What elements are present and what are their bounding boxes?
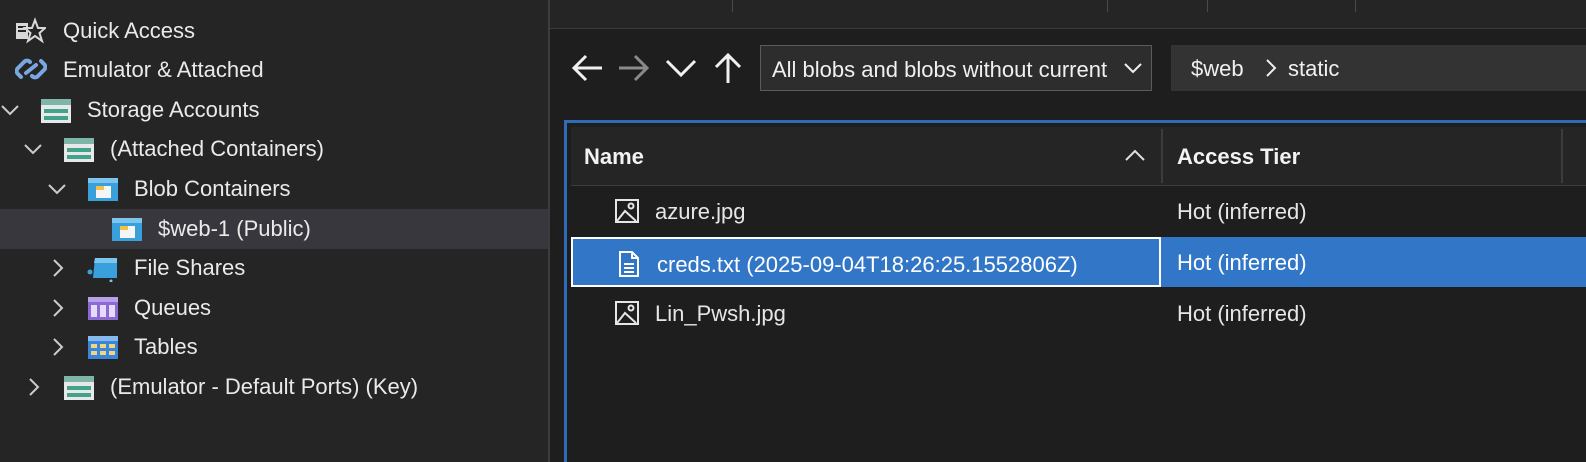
link-icon (15, 58, 47, 80)
tree-item-file-shares[interactable]: File Shares (0, 248, 548, 288)
tree-item-label: Tables (134, 334, 198, 359)
name-cell: Lin_Pwsh.jpg (571, 288, 1161, 338)
chevron-down-icon[interactable] (0, 100, 20, 120)
tree-item-emulator-attached[interactable]: Emulator & Attached (0, 50, 548, 90)
tree-item-label: (Attached Containers) (110, 136, 324, 161)
up-button[interactable] (710, 50, 746, 86)
column-divider[interactable] (1561, 129, 1563, 183)
table-row[interactable]: Lin_Pwsh.jpg Hot (inferred) (571, 288, 1586, 338)
tree-item-label: Storage Accounts (87, 97, 260, 122)
chevron-down-icon[interactable] (23, 139, 43, 159)
table-row-selected[interactable]: creds.txt (2025-09-04T18:26:25.1552806Z)… (571, 237, 1586, 287)
blob-list-grid[interactable]: Name Access Tier azure.jpg Hot (inferred… (564, 120, 1586, 462)
column-header-access-tier[interactable]: Access Tier (1177, 144, 1300, 170)
tree-item-label: Blob Containers (134, 176, 291, 201)
blob-access-tier: Hot (inferred) (1177, 199, 1307, 224)
blob-access-tier: Hot (inferred) (1177, 301, 1307, 326)
blob-containers-icon (88, 178, 118, 201)
blob-access-tier: Hot (inferred) (1177, 250, 1307, 275)
tree-item-quick-access[interactable]: Quick Access (0, 11, 548, 51)
breadcrumb-item-static[interactable]: static (1288, 56, 1339, 82)
blob-container-icon (112, 218, 142, 241)
tree-item-tables[interactable]: Tables (0, 327, 548, 367)
chevron-down-icon (665, 59, 697, 78)
name-cell: azure.jpg (571, 186, 1161, 236)
tab-strip (550, 0, 1586, 29)
blob-browser-panel: All blobs and blobs without current vers… (550, 0, 1586, 462)
chevron-right-icon[interactable] (48, 337, 68, 357)
image-file-icon (615, 199, 639, 223)
storage-account-icon (64, 138, 94, 162)
recent-locations-button[interactable] (663, 50, 699, 86)
tables-icon (88, 336, 118, 359)
divider (1107, 0, 1108, 12)
tree-item-queues[interactable]: Queues (0, 288, 548, 328)
chevron-right-icon (1266, 59, 1277, 77)
arrow-left-icon (571, 54, 602, 82)
file-shares-icon (87, 258, 117, 282)
tree-item-web-1-public[interactable]: $web-1 (Public) (0, 209, 548, 249)
chevron-right-icon[interactable] (48, 258, 68, 278)
arrow-up-icon (714, 52, 742, 83)
sort-ascending-icon[interactable] (1124, 147, 1146, 163)
back-button[interactable] (570, 50, 606, 86)
divider (1207, 0, 1208, 12)
breadcrumb: $web static (1171, 45, 1586, 91)
chevron-down-icon (1124, 63, 1142, 74)
column-divider[interactable] (1161, 129, 1163, 183)
storage-explorer-window: Quick Access Emulator & Attached Storage… (0, 0, 1586, 462)
tree-item-label: File Shares (134, 255, 246, 280)
divider (1355, 0, 1356, 12)
filter-selected-value: All blobs and blobs without current vers… (772, 57, 1112, 82)
blob-name: azure.jpg (655, 199, 746, 224)
blob-name: creds.txt (2025-09-04T18:26:25.1552806Z) (657, 252, 1078, 277)
tree-item-label: (Emulator - Default Ports) (Key) (110, 374, 419, 399)
chevron-down-icon[interactable] (47, 179, 67, 199)
tree-item-label: $web-1 (Public) (158, 216, 311, 241)
table-row[interactable]: azure.jpg Hot (inferred) (571, 186, 1586, 236)
grid-header: Name Access Tier (571, 127, 1586, 186)
chevron-right-icon[interactable] (24, 377, 44, 397)
quick-access-icon (16, 17, 46, 44)
blob-name: Lin_Pwsh.jpg (655, 301, 786, 326)
tree-item-label: Emulator & Attached (63, 57, 264, 82)
tree-item-attached-containers[interactable]: (Attached Containers) (0, 129, 548, 169)
tree-item-storage-accounts[interactable]: Storage Accounts (0, 90, 548, 130)
breadcrumb-item-web[interactable]: $web (1191, 56, 1244, 82)
tree-item-label: Quick Access (63, 18, 196, 43)
tree-item-emulator-default-ports[interactable]: (Emulator - Default Ports) (Key) (0, 367, 548, 407)
forward-button[interactable] (615, 50, 651, 86)
tree-item-blob-containers[interactable]: Blob Containers (0, 169, 548, 209)
arrow-right-icon (619, 54, 650, 82)
tree-item-label: Queues (134, 295, 212, 320)
name-cell: creds.txt (2025-09-04T18:26:25.1552806Z) (571, 237, 1161, 287)
image-file-icon (615, 301, 639, 325)
blob-view-filter-select[interactable]: All blobs and blobs without current vers… (760, 45, 1152, 91)
divider (732, 0, 733, 12)
column-header-name[interactable]: Name (584, 144, 644, 170)
explorer-tree: Quick Access Emulator & Attached Storage… (0, 0, 550, 462)
chevron-right-icon[interactable] (48, 298, 68, 318)
text-file-icon (619, 251, 639, 277)
storage-account-icon (41, 99, 71, 123)
storage-account-icon (64, 376, 94, 400)
queues-icon (88, 297, 118, 320)
